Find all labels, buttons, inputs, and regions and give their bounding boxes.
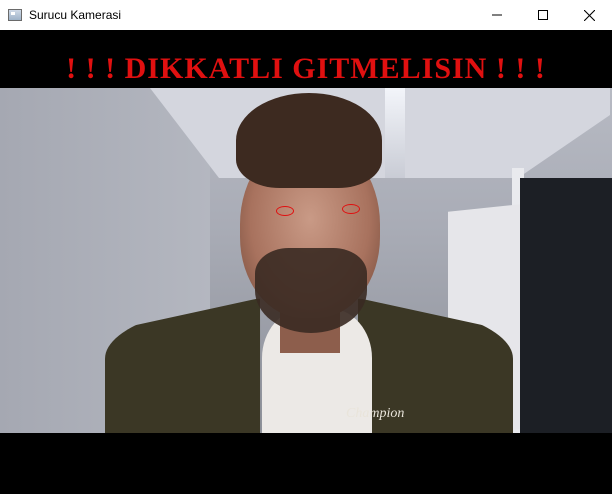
camera-window: Surucu Kamerasi ! ! ! DIKKATLI GITMELISI… [0, 0, 612, 494]
light-streak [385, 88, 405, 178]
app-window-icon [8, 9, 22, 21]
close-button[interactable] [566, 0, 612, 30]
window-title: Surucu Kamerasi [29, 8, 122, 22]
shirt-logo: Champion [346, 406, 405, 421]
camera-feed: Champion [0, 88, 612, 433]
maximize-button[interactable] [520, 0, 566, 30]
beard [255, 248, 367, 333]
close-icon [583, 9, 595, 21]
bottom-black-bar [0, 433, 612, 494]
window-controls [474, 0, 612, 30]
drowsiness-alert-text: ! ! ! DIKKATLI GITMELISIN ! ! ! [66, 52, 546, 85]
title-bar[interactable]: Surucu Kamerasi [0, 0, 612, 30]
maximize-icon [538, 10, 548, 20]
right-eye-marker [342, 204, 360, 214]
doorway [520, 178, 612, 433]
minimize-button[interactable] [474, 0, 520, 30]
hair [236, 93, 382, 188]
left-eye-marker [276, 206, 294, 216]
minimize-icon [492, 14, 502, 16]
